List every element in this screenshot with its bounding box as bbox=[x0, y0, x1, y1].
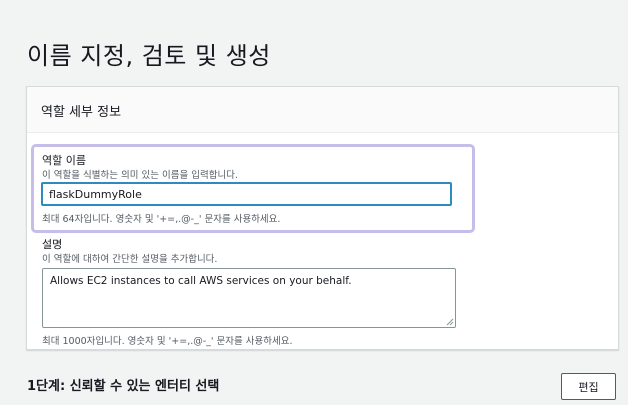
role-name-constraint: 최대 64자입니다. 영숫자 및 '+=,.@-_' 문자를 사용하세요. bbox=[42, 214, 281, 225]
edit-button[interactable]: 편집 bbox=[561, 373, 616, 400]
role-details-card: 역할 세부 정보 역할 이름 이 역할을 식별하는 의미 있는 이름을 입력합니… bbox=[26, 86, 619, 350]
role-name-description: 이 역할을 식별하는 의미 있는 이름을 입력합니다. bbox=[42, 170, 238, 181]
description-hint: 이 역할에 대하여 간단한 설명을 추가합니다. bbox=[42, 254, 218, 265]
description-label: 설명 bbox=[42, 238, 63, 251]
description-constraint: 최대 1000자입니다. 영숫자 및 '+=,.@-_' 문자를 사용하세요. bbox=[42, 336, 293, 347]
card-header: 역할 세부 정보 bbox=[27, 87, 618, 133]
resize-grip-icon[interactable] bbox=[446, 318, 454, 326]
role-name-label: 역할 이름 bbox=[42, 154, 86, 167]
description-textarea[interactable]: Allows EC2 instances to call AWS service… bbox=[42, 268, 456, 328]
page-title: 이름 지정, 검토 및 생성 bbox=[27, 42, 271, 70]
step1-title: 1단계: 신뢰할 수 있는 엔터티 선택 bbox=[27, 379, 220, 394]
card-header-title: 역할 세부 정보 bbox=[41, 105, 122, 120]
role-name-input[interactable] bbox=[41, 182, 452, 206]
